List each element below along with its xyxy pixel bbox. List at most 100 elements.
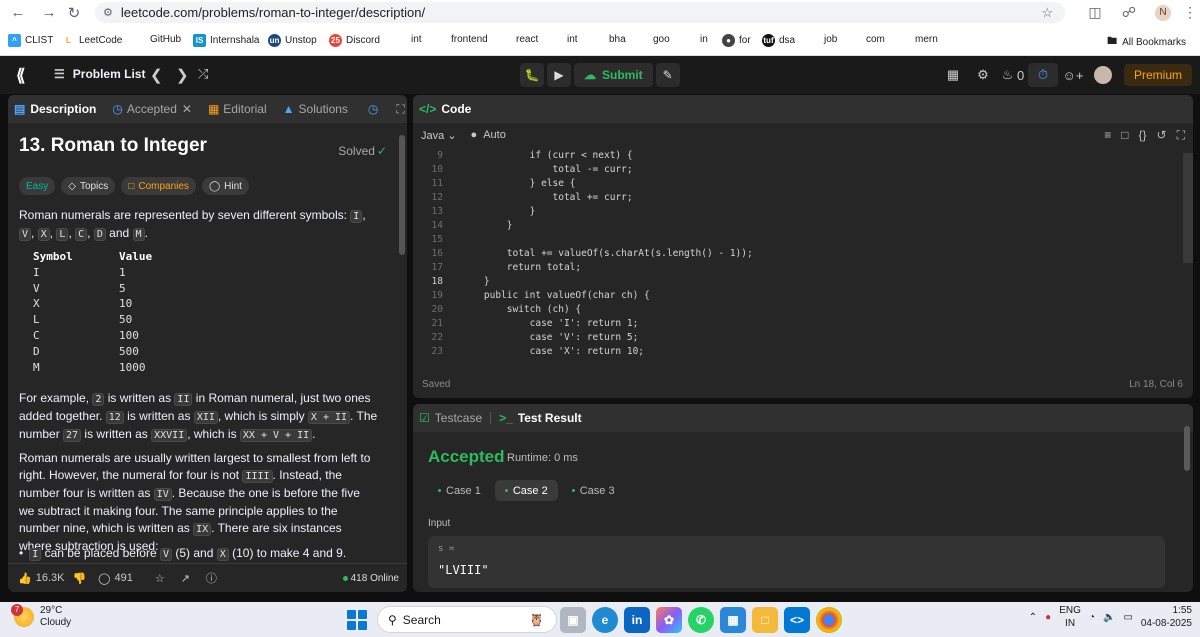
bookmark-folder[interactable]: com (866, 34, 885, 45)
bookmark-folder[interactable]: react (516, 34, 538, 45)
user-avatar[interactable] (1093, 66, 1112, 84)
site-settings-icon[interactable]: ⚙ (103, 6, 113, 19)
reset-icon[interactable]: ↺ (1157, 128, 1167, 143)
bookmark-discord[interactable]: 25 Discord (329, 34, 380, 47)
bookmark-folder[interactable]: mern (915, 34, 938, 45)
address-bar[interactable]: ⚙ leetcode.com/problems/roman-to-integer… (95, 2, 1065, 23)
volume-icon[interactable]: 🔈 (1103, 612, 1115, 623)
language-select[interactable]: Java ⌄ (421, 129, 457, 142)
editor-scrollbar[interactable] (1183, 153, 1193, 263)
expand-icon[interactable]: ⛶ (396, 102, 404, 117)
topics-tag[interactable]: ◇ Topics (61, 177, 116, 195)
run-button[interactable]: ▶ (547, 63, 571, 87)
copilot-icon[interactable]: ✿ (656, 607, 682, 633)
description-scrollbar[interactable] (399, 135, 405, 255)
braces-icon[interactable]: {} (1139, 128, 1147, 143)
menu-icon[interactable]: ⋮ (1180, 4, 1200, 21)
vpn-icon[interactable]: ☍ (1112, 4, 1146, 21)
app-tray-icon[interactable]: ● (1045, 612, 1051, 623)
tab-description[interactable]: ▤ Description (8, 102, 102, 116)
bookmark-folder[interactable]: int (567, 34, 578, 45)
like-button[interactable]: 👍 16.3K (18, 572, 64, 585)
bookmark-folder[interactable]: in (700, 34, 708, 45)
leetcode-logo-icon[interactable]: ⟪ (16, 66, 34, 85)
chevron-up-icon[interactable]: ⌃ (1029, 612, 1037, 623)
debug-icon[interactable]: 🐛 (520, 63, 544, 87)
vscode-icon[interactable]: <> (784, 607, 810, 633)
bookmark-unstop[interactable]: un Unstop (268, 34, 317, 47)
help-icon[interactable]: ⓘ (206, 570, 217, 586)
forward-icon[interactable]: → (37, 4, 61, 21)
bookmark-folder[interactable]: frontend (451, 34, 488, 45)
add-friend-icon[interactable]: ☺+ (1058, 63, 1088, 87)
store-icon[interactable]: ▦ (720, 607, 746, 633)
profile-avatar[interactable]: N (1155, 4, 1171, 21)
case-tab[interactable]: Case 3 (562, 480, 625, 501)
tab-testcase[interactable]: ☑ Testcase (413, 411, 488, 425)
bookmark-folder[interactable]: goo (653, 34, 670, 45)
whatsapp-icon[interactable]: ✆ (688, 607, 714, 633)
next-problem-icon[interactable]: ❯ (176, 66, 189, 84)
tab-solutions[interactable]: ▲ Solutions (277, 102, 354, 116)
settings-icon[interactable]: ⚙ (968, 63, 998, 87)
star-icon[interactable]: ☆ (155, 572, 165, 585)
file-explorer-icon[interactable]: □ (752, 607, 778, 633)
scroll-thumb[interactable] (1184, 426, 1190, 471)
tab-test-result[interactable]: >_ Test Result (493, 411, 587, 425)
streak-counter[interactable]: ♨ 0 (998, 63, 1028, 87)
format-icon[interactable]: ≡ (1104, 128, 1111, 143)
case-tab-active[interactable]: Case 2 (494, 480, 558, 501)
tab-code[interactable]: </> Code (413, 102, 477, 116)
clock[interactable]: 1:55 04-08-2025 (1141, 604, 1192, 630)
bookmark-star-icon[interactable]: ☆ (1041, 5, 1053, 21)
hint-tag[interactable]: ◯ Hint (201, 177, 249, 195)
chrome-icon[interactable] (816, 607, 842, 633)
bookmark-folder[interactable]: int (411, 34, 422, 45)
reload-icon[interactable]: ↻ (62, 4, 86, 22)
language-indicator[interactable]: ENG IN (1059, 604, 1081, 630)
bookmark-folder[interactable]: job (824, 34, 837, 45)
wifi-icon[interactable]: ◔ (1089, 612, 1095, 623)
bookmark-for[interactable]: ● for (722, 34, 751, 47)
companies-tag[interactable]: □ Companies (121, 177, 196, 195)
bookmark-internshala[interactable]: IS Internshala (193, 34, 259, 47)
bookmark-clist[interactable]: ^ CLIST (8, 34, 53, 47)
notes-icon[interactable]: ✎ (655, 63, 680, 87)
history-icon[interactable]: ◷ (368, 102, 378, 116)
submit-button[interactable]: ☁ Submit (574, 63, 653, 87)
weather-widget[interactable]: 7 29°C Cloudy (11, 604, 71, 629)
task-view-icon[interactable]: ▣ (560, 607, 586, 633)
tab-editorial[interactable]: ▦ Editorial (202, 102, 273, 116)
bookmarks-bar: ^ CLIST L LeetCode GitHub IS Internshala un… (0, 25, 1200, 56)
bookmark-github[interactable]: GitHub (150, 34, 181, 45)
thumbs-down-icon[interactable]: 👎 (72, 572, 86, 585)
case-tab[interactable]: Case 1 (428, 480, 491, 501)
linkedin-icon[interactable]: in (624, 607, 650, 633)
bookmark-folder[interactable]: bha (609, 34, 626, 45)
prev-problem-icon[interactable]: ❮ (150, 66, 163, 84)
timer-icon[interactable]: ⏱ (1027, 63, 1058, 87)
comments-button[interactable]: ◯ 491 (98, 572, 133, 585)
bookmark-leetcode[interactable]: L LeetCode (62, 34, 122, 47)
windows-start-icon[interactable] (347, 610, 367, 630)
layout-icon[interactable]: ▦ (938, 63, 968, 87)
online-dot (342, 576, 348, 581)
premium-button[interactable]: Premium (1123, 64, 1192, 86)
share-icon[interactable]: ↗ (181, 572, 190, 585)
edge-icon[interactable]: e (592, 607, 618, 633)
all-bookmarks[interactable]: 🖿 All Bookmarks (1107, 34, 1186, 51)
shuffle-icon[interactable]: ⤮ (198, 66, 208, 82)
extensions-icon[interactable]: ◫ (1078, 4, 1112, 21)
bookmark-dsa[interactable]: tuf dsa (762, 34, 795, 47)
tab-accepted[interactable]: ◷ Accepted ✕ (106, 102, 198, 116)
fullscreen-icon[interactable]: ⛶ (1177, 128, 1185, 143)
back-icon[interactable]: ← (6, 4, 30, 21)
close-icon[interactable]: ✕ (182, 102, 192, 116)
code-editor[interactable]: 9 if (curr < next) { 10 total -= curr; 1… (413, 149, 1193, 367)
difficulty-badge[interactable]: Easy (19, 177, 56, 195)
problem-list-button[interactable]: ☰ Problem List (54, 67, 145, 81)
taskbar-search[interactable]: ⚲ Search 🦉 (377, 606, 557, 633)
result-scrollbar[interactable] (1181, 404, 1193, 592)
bookmark-icon[interactable]: □ (1121, 128, 1128, 143)
battery-icon[interactable]: ▭ (1123, 612, 1132, 623)
